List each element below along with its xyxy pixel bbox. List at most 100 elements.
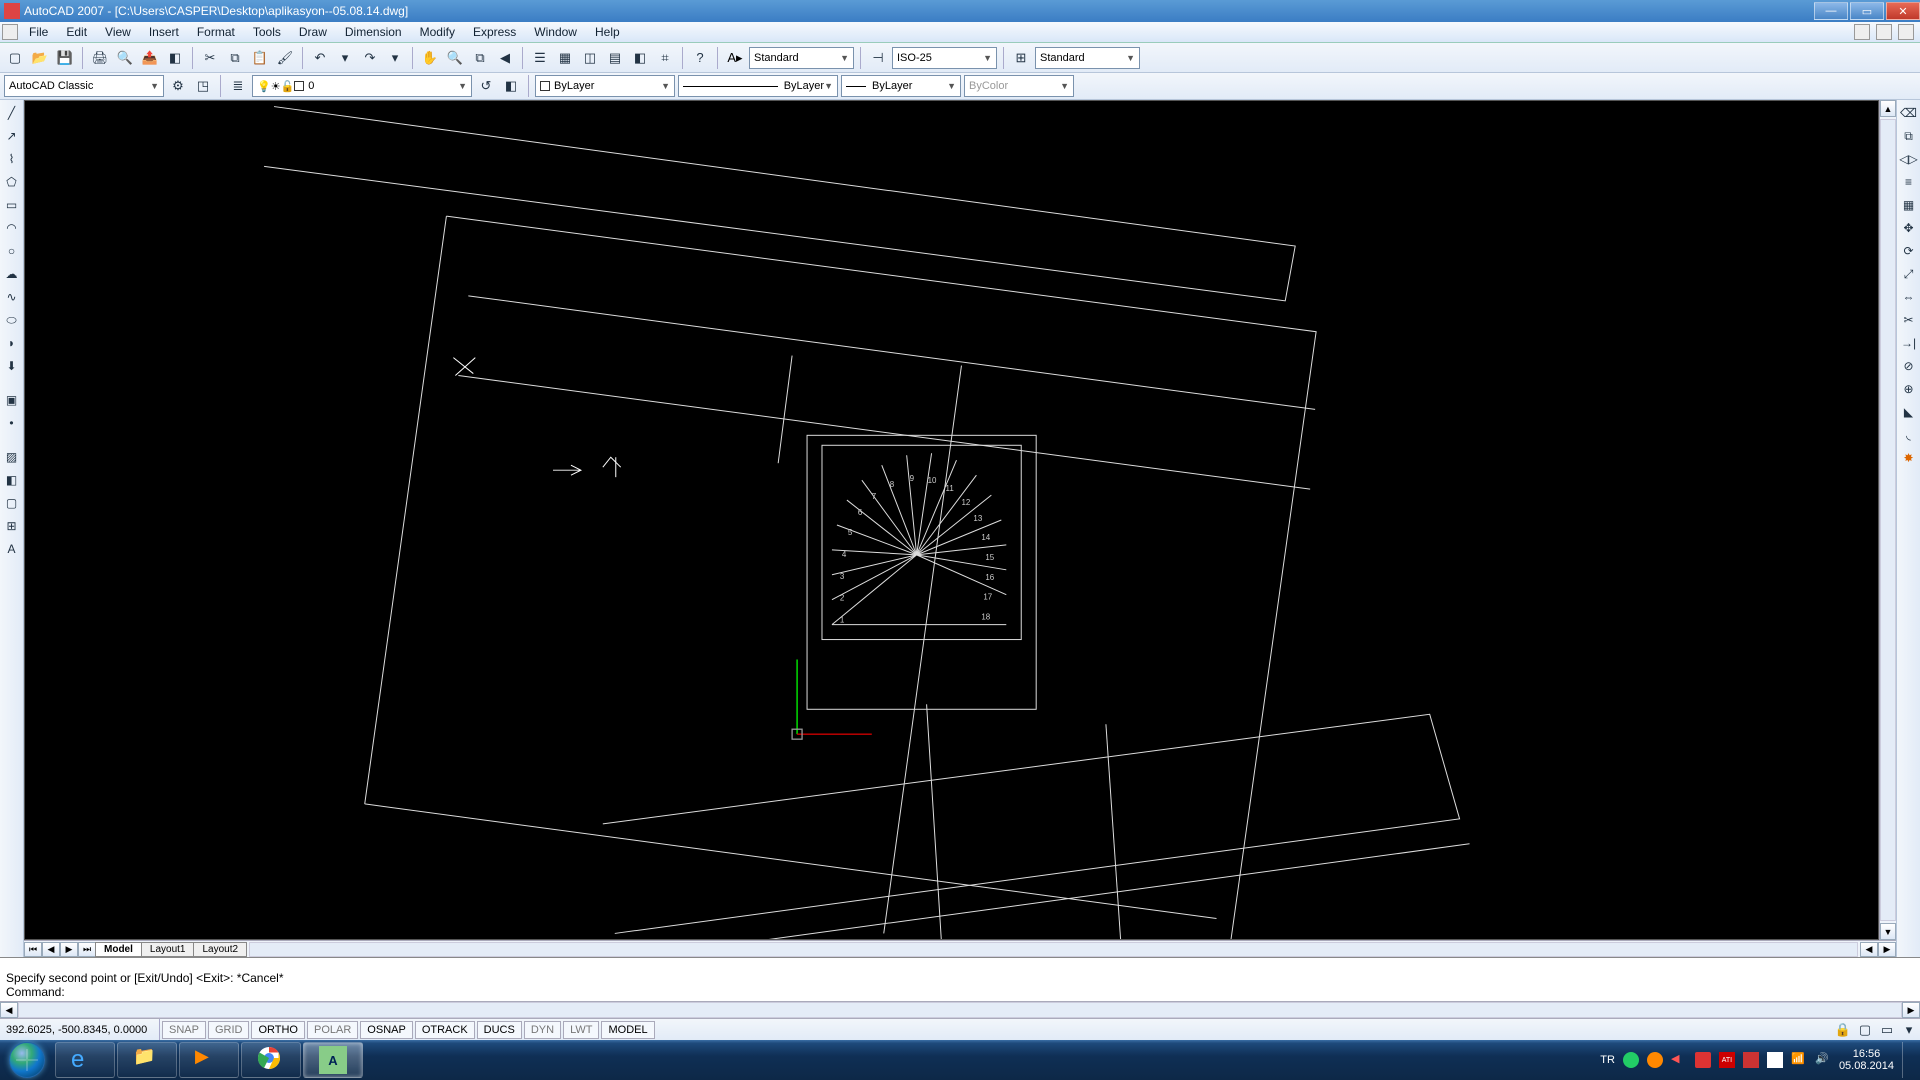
table-style-combo[interactable]: Standard▼ — [1035, 47, 1140, 69]
toggle-osnap[interactable]: OSNAP — [360, 1021, 413, 1039]
menu-insert[interactable]: Insert — [140, 23, 188, 41]
stretch-icon[interactable]: ⇔ — [1899, 287, 1919, 307]
undo-icon[interactable]: ↶ — [309, 47, 331, 69]
designcenter-icon[interactable]: ▦ — [554, 47, 576, 69]
join-icon[interactable]: ⊕ — [1899, 379, 1919, 399]
ellipsearc-icon[interactable]: ◗ — [2, 333, 22, 353]
task-chrome[interactable] — [241, 1042, 301, 1078]
toggle-dyn[interactable]: DYN — [524, 1021, 561, 1039]
mdi-close-icon[interactable] — [1898, 24, 1914, 40]
match-icon[interactable]: 🖌 — [274, 47, 296, 69]
language-indicator[interactable]: TR — [1600, 1054, 1615, 1066]
task-mediaplayer[interactable]: ▶ — [179, 1042, 239, 1078]
close-button[interactable]: ✕ — [1886, 2, 1920, 20]
zoom-rt-icon[interactable]: 🔍 — [444, 47, 466, 69]
insert-icon[interactable]: ⬇ — [2, 356, 22, 376]
explode-icon[interactable]: ✸ — [1899, 448, 1919, 468]
menu-tools[interactable]: Tools — [244, 23, 290, 41]
new-icon[interactable]: ▢ — [4, 47, 26, 69]
tab-prev-icon[interactable]: ◀ — [42, 942, 60, 957]
menu-express[interactable]: Express — [464, 23, 525, 41]
zoom-prev-icon[interactable]: ◀ — [494, 47, 516, 69]
minimize-button[interactable]: — — [1814, 2, 1848, 20]
array-icon[interactable]: ▦ — [1899, 195, 1919, 215]
paste-icon[interactable]: 📋 — [249, 47, 271, 69]
scale-icon[interactable]: ⤢ — [1899, 264, 1919, 284]
fillet-icon[interactable]: ◟ — [1899, 425, 1919, 445]
menu-modify[interactable]: Modify — [411, 23, 464, 41]
markup-icon[interactable]: ◧ — [629, 47, 651, 69]
status-menu-icon[interactable]: ▾ — [1898, 1019, 1920, 1041]
polygon-icon[interactable]: ⬠ — [2, 172, 22, 192]
plotstyle-control-combo[interactable]: ByColor▼ — [964, 75, 1074, 97]
3ddwf-icon[interactable]: ◧ — [164, 47, 186, 69]
cmd-scroll-right-icon[interactable]: ▶ — [1902, 1002, 1920, 1018]
copy-icon[interactable]: ⧉ — [224, 47, 246, 69]
chamfer-icon[interactable]: ◣ — [1899, 402, 1919, 422]
zoom-win-icon[interactable]: ⧉ — [469, 47, 491, 69]
circle-icon[interactable]: ○ — [2, 241, 22, 261]
plot-icon[interactable]: 🖨 — [89, 47, 111, 69]
show-desktop-button[interactable] — [1902, 1042, 1910, 1078]
menu-help[interactable]: Help — [586, 23, 629, 41]
command-scroll[interactable]: ◀ ▶ — [0, 1001, 1920, 1018]
coordinates-display[interactable]: 392.6025, -500.8345, 0.0000 — [0, 1019, 160, 1040]
tab-next-icon[interactable]: ▶ — [60, 942, 78, 957]
toolpalettes-icon[interactable]: ◫ — [579, 47, 601, 69]
erase-icon[interactable]: ⌫ — [1899, 103, 1919, 123]
pline-icon[interactable]: ⌇ — [2, 149, 22, 169]
redo-icon[interactable]: ↷ — [359, 47, 381, 69]
redo-dd-icon[interactable]: ▾ — [384, 47, 406, 69]
toggle-otrack[interactable]: OTRACK — [415, 1021, 475, 1039]
task-ie[interactable]: e — [55, 1042, 115, 1078]
tray-icon-3[interactable]: ◀ — [1671, 1052, 1687, 1068]
help-icon[interactable]: ? — [689, 47, 711, 69]
menu-dimension[interactable]: Dimension — [336, 23, 411, 41]
workspace-combo[interactable]: AutoCAD Classic▼ — [4, 75, 164, 97]
open-icon[interactable]: 📂 — [29, 47, 51, 69]
layer-manager-icon[interactable]: ≣ — [227, 75, 249, 97]
dimstyle-icon[interactable]: ⊣ — [867, 47, 889, 69]
canvas-scroll-vertical[interactable]: ▲ ▼ — [1879, 100, 1896, 940]
extend-icon[interactable]: →| — [1899, 333, 1919, 353]
tray-volume-icon[interactable]: 🔊 — [1815, 1052, 1831, 1068]
save-icon[interactable]: 💾 — [54, 47, 76, 69]
pan-icon[interactable]: ✋ — [419, 47, 441, 69]
break-icon[interactable]: ⊘ — [1899, 356, 1919, 376]
undo-dd-icon[interactable]: ▾ — [334, 47, 356, 69]
copyobj-icon[interactable]: ⧉ — [1899, 126, 1919, 146]
cmd-scroll-left-icon[interactable]: ◀ — [0, 1002, 18, 1018]
scroll-down-icon[interactable]: ▼ — [1880, 923, 1896, 940]
menu-format[interactable]: Format — [188, 23, 244, 41]
tray-icon-5[interactable] — [1743, 1052, 1759, 1068]
table-icon[interactable]: ⊞ — [2, 516, 22, 536]
tray-icon-ati[interactable]: ATI — [1719, 1052, 1735, 1068]
move-icon[interactable]: ✥ — [1899, 218, 1919, 238]
toggle-grid[interactable]: GRID — [208, 1021, 250, 1039]
status-tray-icon[interactable]: ▢ — [1854, 1019, 1876, 1041]
tray-icon-4[interactable] — [1695, 1052, 1711, 1068]
menu-file[interactable]: File — [20, 23, 57, 41]
toggle-lwt[interactable]: LWT — [563, 1021, 599, 1039]
quickcalc-icon[interactable]: ⌗ — [654, 47, 676, 69]
mirror-icon[interactable]: ◁▷ — [1899, 149, 1919, 169]
task-autocad[interactable]: A — [303, 1042, 363, 1078]
spline-icon[interactable]: ∿ — [2, 287, 22, 307]
sheetset-icon[interactable]: ▤ — [604, 47, 626, 69]
mtext-icon[interactable]: A — [2, 539, 22, 559]
tab-first-icon[interactable]: ⏮ — [24, 942, 42, 957]
status-lock-icon[interactable]: 🔒 — [1832, 1019, 1854, 1041]
layer-combo[interactable]: 💡 ☀ 🔓 0▼ — [252, 75, 472, 97]
publish-icon[interactable]: 📤 — [139, 47, 161, 69]
toggle-model[interactable]: MODEL — [601, 1021, 654, 1039]
linetype-control-combo[interactable]: ByLayer▼ — [678, 75, 838, 97]
line-icon[interactable]: ╱ — [2, 103, 22, 123]
trim-icon[interactable]: ✂ — [1899, 310, 1919, 330]
color-control-combo[interactable]: ByLayer▼ — [535, 75, 675, 97]
command-window[interactable]: Specify second point or [Exit/Undo] <Exi… — [0, 957, 1920, 1001]
offset-icon[interactable]: ≡ — [1899, 172, 1919, 192]
preview-icon[interactable]: 🔍 — [114, 47, 136, 69]
start-button[interactable] — [0, 1040, 54, 1080]
point-icon[interactable]: • — [2, 413, 22, 433]
revcloud-icon[interactable]: ☁ — [2, 264, 22, 284]
